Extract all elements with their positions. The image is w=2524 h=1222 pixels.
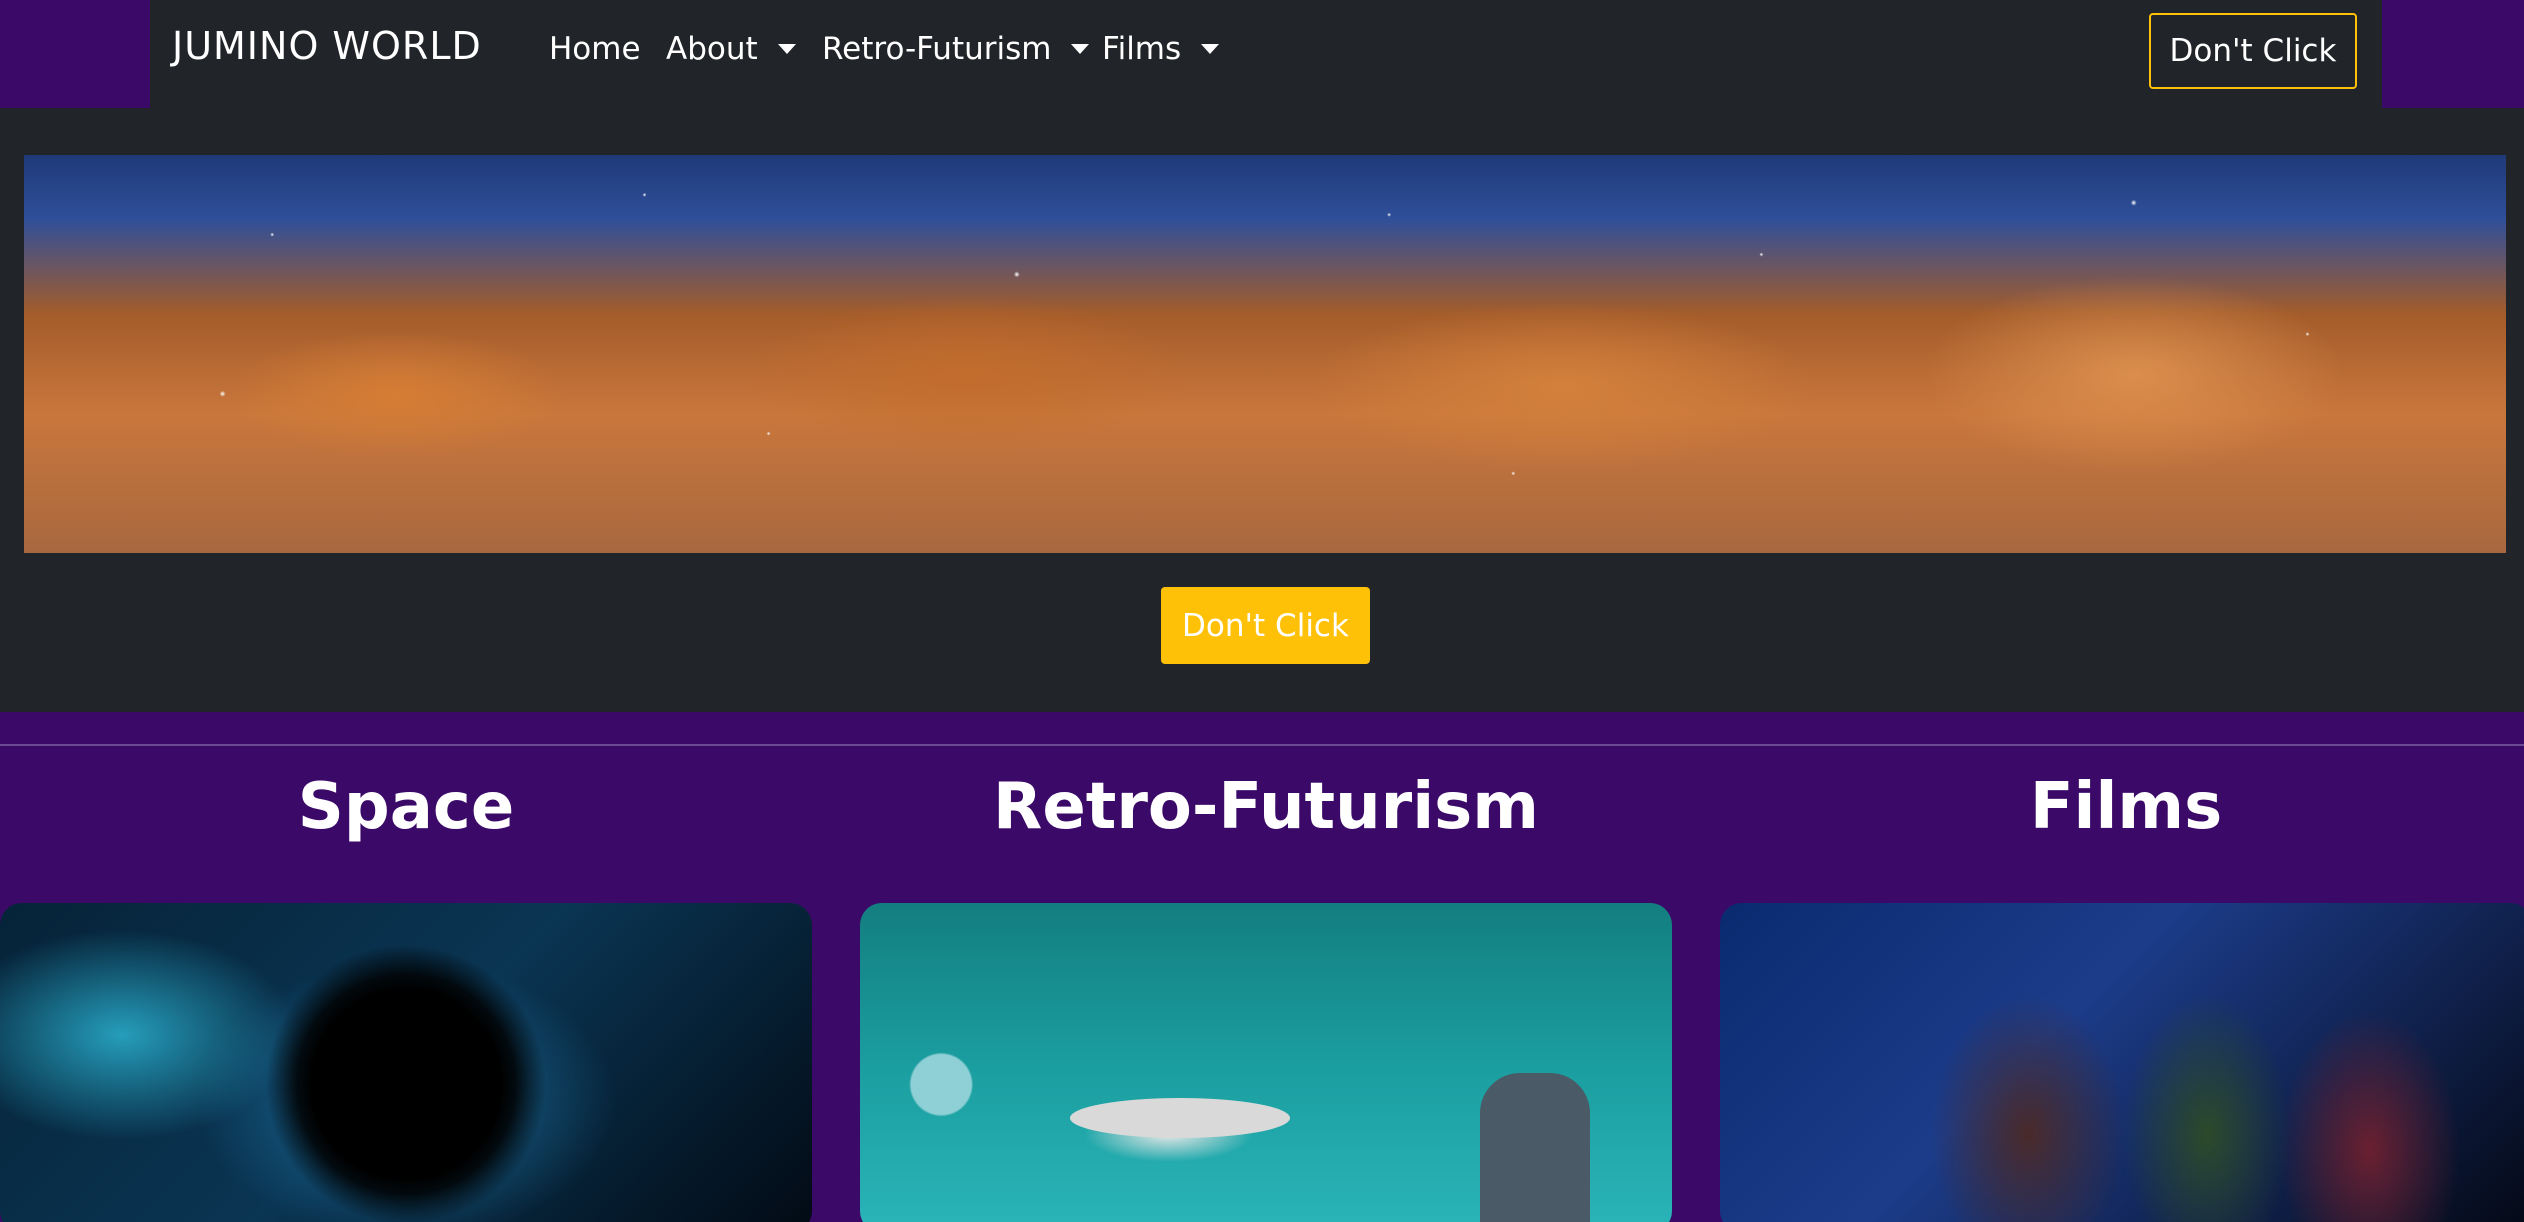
- space-card-image[interactable]: [0, 903, 812, 1222]
- robot-illustration: [1480, 1073, 1590, 1222]
- caret-down-icon: [1071, 44, 1090, 54]
- hero-section: Don't Click: [0, 108, 2524, 712]
- nav-home[interactable]: Home: [549, 31, 641, 67]
- section-title-films: Films: [2029, 770, 2223, 844]
- caret-down-icon: [777, 44, 796, 54]
- navbar: JUMINO WORLD Home About Retro-Futurism F…: [150, 0, 2382, 108]
- section-divider: [0, 744, 2524, 746]
- nav-retro-futurism-dropdown[interactable]: Retro-Futurism: [822, 31, 1090, 67]
- nav-films-dropdown[interactable]: Films: [1102, 31, 1220, 67]
- nav-retro-futurism-label: Retro-Futurism: [822, 31, 1052, 67]
- nav-home-label: Home: [549, 31, 641, 67]
- hero-banner-image: [24, 155, 2506, 553]
- nav-dont-click-button[interactable]: Don't Click: [2149, 13, 2357, 89]
- nav-about-label: About: [666, 31, 758, 67]
- nav-about-dropdown[interactable]: About: [666, 31, 796, 67]
- films-card-image[interactable]: [1720, 903, 2524, 1222]
- brand-logo[interactable]: JUMINO WORLD: [172, 24, 482, 68]
- section-title-space: Space: [297, 770, 515, 844]
- retro-futurism-card-image[interactable]: [860, 903, 1672, 1222]
- caret-down-icon: [1201, 44, 1220, 54]
- nav-films-label: Films: [1102, 31, 1182, 67]
- hero-dont-click-button[interactable]: Don't Click: [1161, 587, 1370, 664]
- ufo-illustration: [1070, 1098, 1290, 1138]
- section-title-retro-futurism: Retro-Futurism: [993, 770, 1539, 844]
